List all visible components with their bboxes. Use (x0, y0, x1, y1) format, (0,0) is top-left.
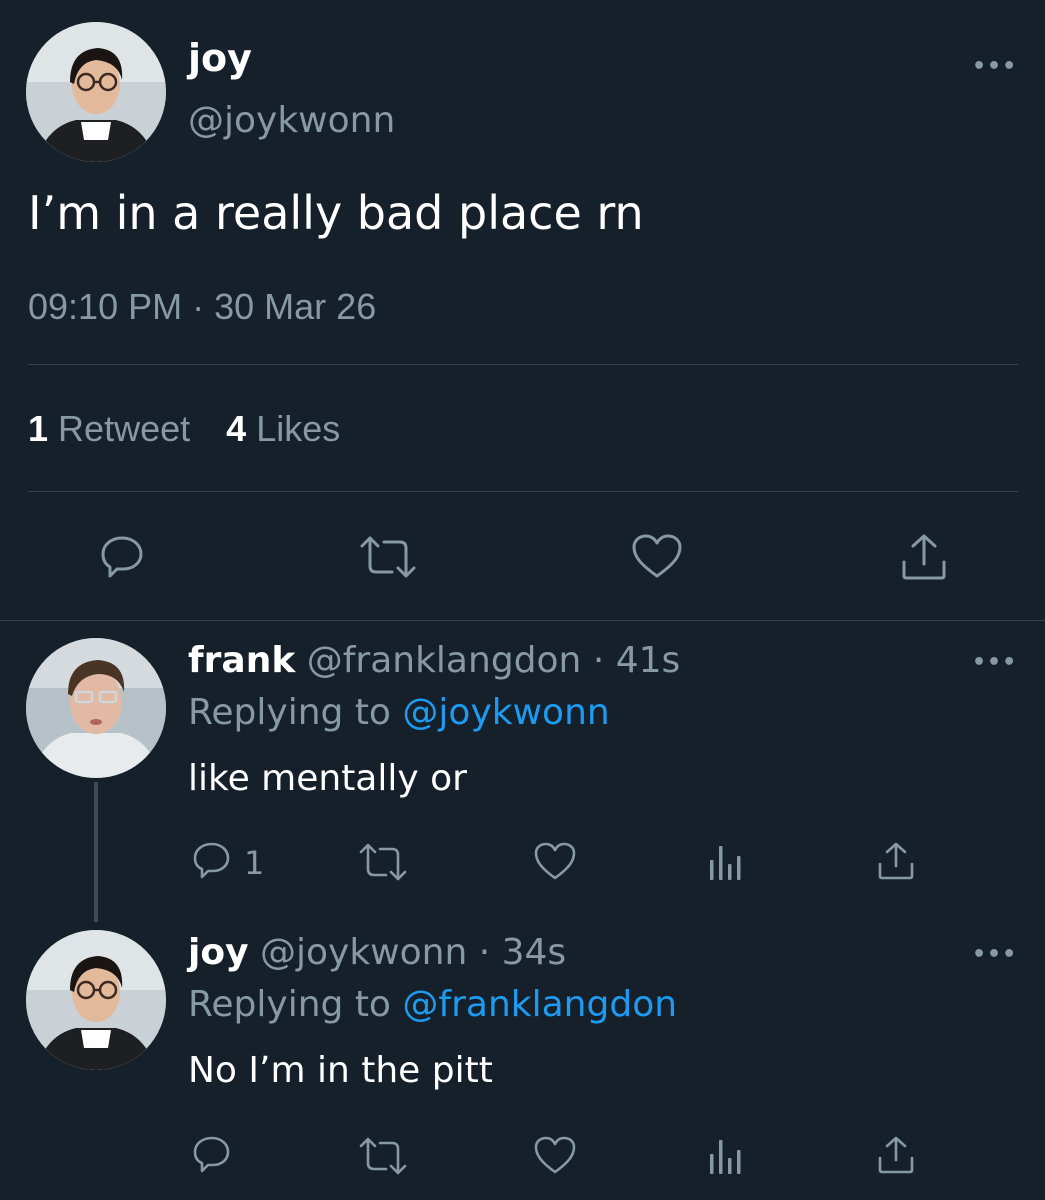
retweet-count-value: 1 (28, 408, 49, 449)
section-divider (0, 620, 1045, 621)
reply-time[interactable]: · 34s (479, 932, 566, 973)
reply-header: joy @joykwonn · 34s (188, 932, 566, 973)
main-display-name[interactable]: joy (188, 36, 252, 80)
divider (28, 364, 1018, 365)
reply-text: No I’m in the pitt (188, 1050, 493, 1091)
reply-display-name[interactable]: joy (188, 932, 249, 973)
like-count[interactable]: 4 Likes (226, 408, 340, 449)
main-stats: 1 Retweet 4 Likes (28, 408, 340, 450)
like-count-label: Likes (256, 408, 341, 449)
reply-time[interactable]: · 41s (593, 640, 680, 681)
share-icon[interactable] (900, 532, 948, 582)
retweet-icon[interactable] (356, 1136, 410, 1176)
heart-icon[interactable] (532, 840, 578, 882)
main-date: 30 Mar 26 (214, 286, 377, 327)
main-more-icon[interactable]: ••• (972, 56, 1017, 78)
reply-icon[interactable] (98, 532, 146, 580)
reply-handle[interactable]: @franklangdon (307, 640, 582, 681)
retweet-icon[interactable] (356, 534, 420, 580)
retweet-count[interactable]: 1 Retweet (28, 408, 200, 449)
main-timestamp: 09:10 PM · 30 Mar 26 (28, 286, 376, 328)
reply-more-icon[interactable]: ••• (972, 652, 1017, 674)
reply-display-name[interactable]: frank (188, 640, 295, 681)
analytics-icon[interactable] (708, 842, 744, 882)
share-icon[interactable] (876, 1134, 916, 1176)
analytics-icon[interactable] (708, 1136, 744, 1176)
avatar-joy[interactable] (26, 930, 166, 1070)
avatar-frank[interactable] (26, 638, 166, 778)
reply-icon[interactable] (190, 840, 234, 882)
avatar-joy-image (26, 22, 166, 162)
heart-icon[interactable] (630, 532, 684, 580)
reply-handle[interactable]: @joykwonn (260, 932, 467, 973)
replying-to-label: Replying to (188, 692, 391, 733)
retweet-count-label: Retweet (58, 408, 191, 449)
replying-to-handle[interactable]: @franklangdon (402, 984, 677, 1025)
retweet-icon[interactable] (356, 842, 410, 882)
reply-text: like mentally or (188, 758, 467, 799)
main-time: 09:10 PM (28, 286, 183, 327)
replying-to: Replying to @joykwonn (188, 692, 610, 733)
avatar-frank-image (26, 638, 166, 778)
reply-count: 1 (244, 844, 265, 882)
avatar-joy[interactable] (26, 22, 166, 162)
replying-to-handle[interactable]: @joykwonn (402, 692, 609, 733)
thread-line (94, 782, 98, 922)
reply-more-icon[interactable]: ••• (972, 944, 1017, 966)
main-time-separator: · (192, 286, 205, 327)
reply-icon[interactable] (190, 1134, 234, 1176)
like-count-value: 4 (226, 408, 247, 449)
heart-icon[interactable] (532, 1134, 578, 1176)
reply-header: frank @franklangdon · 41s (188, 640, 680, 681)
share-icon[interactable] (876, 840, 916, 882)
replying-to-label: Replying to (188, 984, 391, 1025)
replying-to: Replying to @franklangdon (188, 984, 677, 1025)
main-handle[interactable]: @joykwonn (188, 100, 395, 141)
avatar-joy-image (26, 930, 166, 1070)
divider (28, 491, 1018, 492)
main-tweet-text: I’m in a really bad place rn (28, 186, 644, 240)
